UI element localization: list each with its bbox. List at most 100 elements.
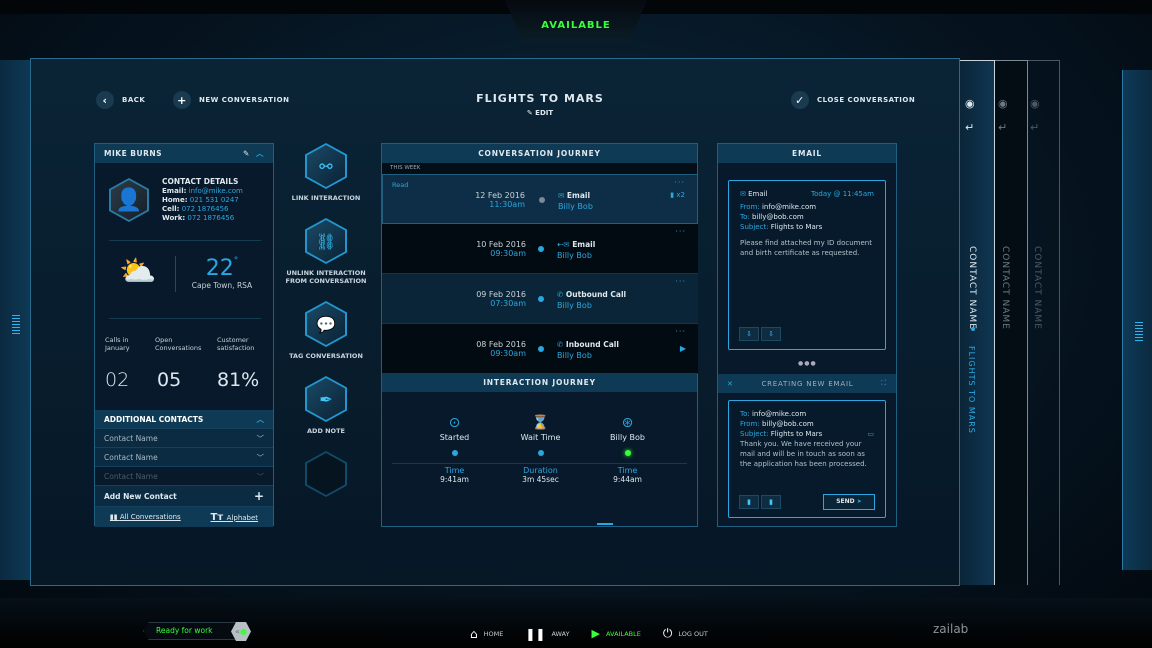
additional-contacts-title: ADDITIONAL CONTACTS — [104, 414, 204, 424]
home-button[interactable]: ⌂ HOME — [470, 626, 503, 641]
message-body: Please find attached my ID document and … — [740, 239, 872, 257]
journey-item[interactable]: Read 12 Feb 2016 11:30am ✉ Email Billy Bob… — [382, 174, 698, 224]
more-icon[interactable]: ··· — [675, 227, 686, 236]
chevron-up-icon[interactable]: ︿ — [256, 149, 264, 158]
unlink-interaction-button[interactable]: ⛓ — [305, 218, 347, 264]
ready-status[interactable]: Ready for work — [143, 622, 239, 640]
item-contact[interactable]: Billy Bob — [557, 251, 595, 260]
eye-icon[interactable]: ◉ — [1030, 97, 1040, 110]
return-icon[interactable]: ↵ — [998, 121, 1007, 134]
journey-item[interactable]: 10 Feb 2016 09:30am ⇠✉ Email Billy Bob ··· — [382, 224, 698, 274]
drawer-grip[interactable] — [1135, 322, 1143, 342]
forward-email-icon: ⇠✉ — [557, 240, 573, 249]
empty-action-slot — [305, 451, 347, 497]
home-phone[interactable]: 021 531 0247 — [190, 196, 239, 204]
unlink-icon: ⛓ — [307, 220, 345, 262]
body-input[interactable]: Thank you. We have received your mail an… — [740, 439, 874, 469]
item-contact[interactable]: Billy Bob — [558, 202, 593, 211]
email-icon: ✉ — [558, 191, 567, 200]
cell-phone[interactable]: 072 1876456 — [182, 205, 229, 213]
drawer-grip[interactable] — [12, 315, 20, 335]
back-button[interactable]: ‹ BACK — [96, 91, 145, 109]
from-input[interactable]: billy@bob.com — [762, 420, 814, 428]
new-email-title: CREATING NEW EMAIL — [761, 379, 854, 388]
logout-button[interactable]: ⏻ LOG OUT — [663, 626, 708, 641]
play-icon: ▶ — [591, 627, 601, 640]
eye-icon[interactable]: ◉ — [965, 97, 975, 110]
close-conversation-button[interactable]: ✓ CLOSE CONVERSATION — [791, 91, 915, 109]
return-icon[interactable]: ↵ — [965, 121, 974, 134]
conversation-tab-1[interactable]: ◉ ↵ CONTACT NAME FLIGHTS TO MARS — [955, 60, 995, 585]
more-icon[interactable]: ··· — [675, 277, 686, 286]
action-column: ⚯ LINK INTERACTION ⛓ UNLINK INTERACTION … — [281, 143, 371, 497]
action-label: TAG CONVERSATION — [289, 352, 363, 360]
add-note-button[interactable]: ✒ — [305, 376, 347, 422]
alphabet-link[interactable]: Tт Alphabet — [211, 512, 259, 523]
item-contact[interactable]: Billy Bob — [557, 301, 626, 310]
chevron-down-icon: ﹀ — [256, 452, 265, 462]
away-button[interactable]: ❚❚ AWAY — [525, 626, 569, 641]
return-icon[interactable]: ↵ — [1030, 121, 1039, 134]
item-time: 07:30am — [490, 299, 526, 308]
close-icon[interactable]: ✕ — [727, 380, 734, 388]
download-attachment-icon[interactable]: ⇩ — [761, 327, 781, 341]
step-label: Started — [439, 433, 470, 442]
eye-icon[interactable]: ◉ — [998, 97, 1008, 110]
available-label: AVAILABLE — [606, 629, 641, 638]
add-new-contact-button[interactable]: Add New Contact + — [95, 486, 273, 507]
stat-value: 02 — [105, 369, 130, 391]
keyboard-icon[interactable]: ▭ — [867, 429, 874, 439]
subject-input[interactable]: Flights to Mars — [771, 430, 823, 438]
field-label: Home: — [162, 196, 188, 204]
step-value: 9:41am — [440, 475, 469, 484]
email-icon: ✉ — [740, 190, 749, 198]
to-input[interactable]: info@mike.com — [752, 410, 806, 418]
download-attachment-icon[interactable]: ⇩ — [739, 327, 759, 341]
available-button[interactable]: ▶ AVAILABLE — [592, 626, 641, 641]
item-date: 10 Feb 2016 — [476, 240, 526, 249]
left-drawer[interactable] — [0, 60, 34, 580]
item-contact[interactable]: Billy Bob — [557, 351, 619, 360]
more-icon[interactable]: ··· — [674, 178, 685, 187]
all-conversations-link[interactable]: ▮▮ All Conversations — [110, 513, 181, 521]
contact-dropdown[interactable]: Contact Name ﹀ — [95, 448, 273, 467]
new-email-form[interactable]: To: info@mike.com From: billy@bob.com Su… — [728, 400, 886, 518]
send-button[interactable]: SEND ➤ — [823, 494, 875, 510]
pagination-dots[interactable]: ●●● — [798, 360, 817, 367]
stat-value: 81% — [217, 369, 260, 391]
stat-value: 05 — [157, 369, 182, 391]
tag-conversation-button[interactable]: 💬 — [305, 301, 347, 347]
link-interaction-button[interactable]: ⚯ — [305, 143, 347, 189]
scroll-indicator[interactable] — [597, 523, 613, 525]
email-message[interactable]: ✉ Email Today @ 11:45am From: info@mike.c… — [728, 180, 886, 350]
more-icon[interactable]: ··· — [675, 327, 686, 336]
right-drawer[interactable] — [1122, 70, 1152, 570]
conversation-journey-title: CONVERSATION JOURNEY — [382, 144, 697, 163]
journey-item[interactable]: 09 Feb 2016 07:30am ✆ Outbound Call Billy … — [382, 274, 698, 324]
journey-step: ⊙ Started Time 9:41am — [412, 415, 497, 484]
step-dot — [624, 450, 631, 456]
edit-button[interactable]: ✎ EDIT — [440, 109, 640, 117]
action-label: LINK INTERACTION — [291, 194, 361, 202]
timeline-dot — [538, 296, 544, 302]
new-conversation-button[interactable]: + NEW CONVERSATION — [173, 91, 289, 109]
contact-dropdown[interactable]: Contact Name ﹀ — [95, 429, 273, 448]
tab-contact-name: CONTACT NAME — [967, 246, 977, 330]
step-key: Duration — [523, 466, 558, 475]
play-icon[interactable]: ▶ — [680, 344, 686, 353]
section-label: THIS WEEK — [382, 163, 697, 174]
journey-item[interactable]: 08 Feb 2016 09:30am ✆ Inbound Call Billy B… — [382, 324, 698, 374]
additional-contacts-header[interactable]: ADDITIONAL CONTACTS ︿ — [95, 410, 273, 429]
pencil-icon[interactable]: ✎ — [243, 149, 250, 158]
work-phone[interactable]: 072 1876456 — [187, 214, 234, 222]
avatar: 👤 — [109, 178, 149, 222]
attach-icon[interactable]: ▮ — [761, 495, 781, 509]
close-conversation-label: CLOSE CONVERSATION — [817, 96, 916, 104]
email-link[interactable]: info@mike.com — [189, 187, 243, 195]
message-time: Today @ 11:45am — [811, 190, 874, 198]
attach-icon[interactable]: ▮ — [739, 495, 759, 509]
expand-icon[interactable]: ⛶ — [881, 379, 887, 388]
attachment-count: ▮ x2 — [670, 191, 685, 199]
contact-dropdown[interactable]: Contact Name ﹀ — [95, 467, 273, 486]
inbound-call-icon: ✆ — [557, 340, 566, 349]
